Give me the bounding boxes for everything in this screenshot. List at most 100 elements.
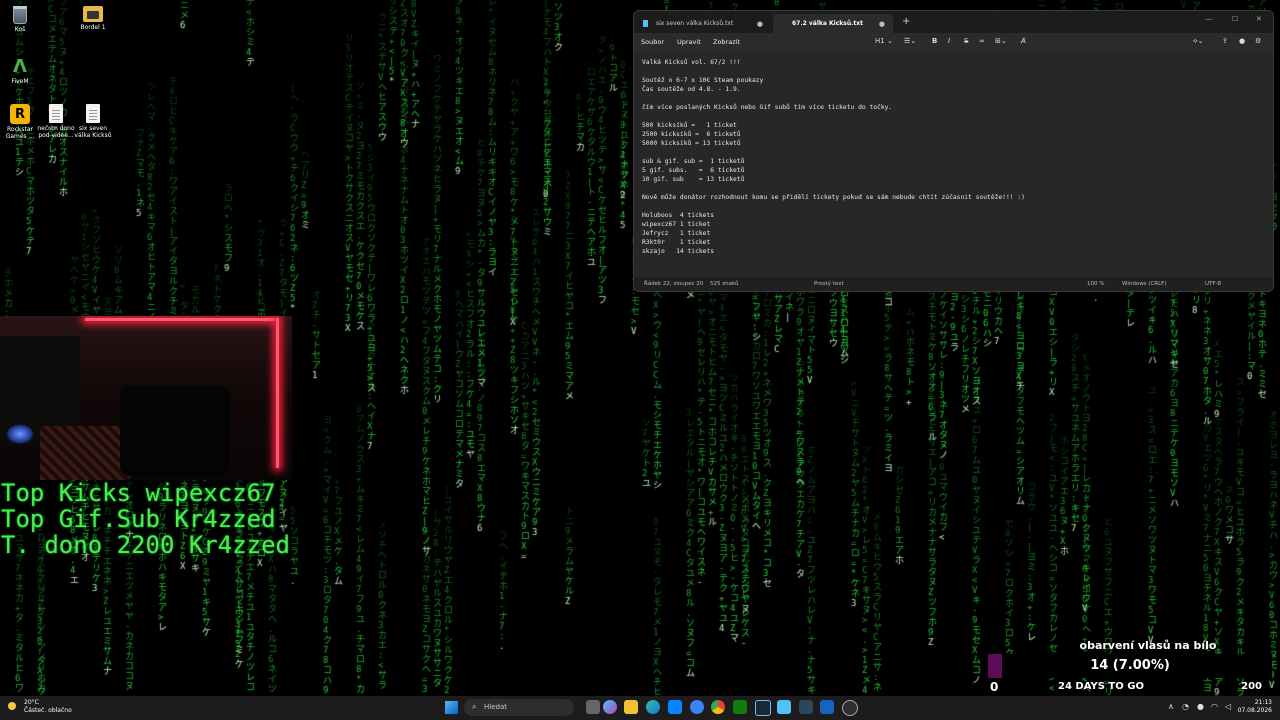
clock-date: 07.08.2026 bbox=[1237, 707, 1272, 714]
goal-days-left: 24 DAYS TO GO bbox=[1058, 681, 1144, 692]
new-tab-button[interactable]: + bbox=[902, 16, 910, 27]
line-ending[interactable]: Windows (CRLF) bbox=[1122, 281, 1166, 287]
editor-area[interactable]: Valká Kicksů vol. 67/2 !!! Soutěž o 6-7 x… bbox=[634, 51, 1273, 278]
settings-gear-icon[interactable]: ⚙ bbox=[1255, 37, 1261, 45]
menu-soubor[interactable]: Soubor bbox=[641, 38, 664, 46]
task-view-icon[interactable] bbox=[586, 700, 600, 714]
donation-goal-widget: obarvení vlasů na bílo 14 (7.00%) 0 24 D… bbox=[988, 636, 1272, 696]
text-format[interactable]: Prostý text bbox=[814, 281, 844, 287]
start-button[interactable] bbox=[445, 701, 458, 714]
editor-line: 5 gif. subs. = 6 ticketů bbox=[642, 167, 745, 174]
dirty-dot-icon[interactable]: ● bbox=[879, 20, 885, 28]
table-icon[interactable]: ⊞⌄ bbox=[995, 37, 1007, 45]
minimize-icon[interactable]: — bbox=[1205, 15, 1212, 23]
rockstar-icon: R bbox=[10, 104, 30, 124]
menu-upravit[interactable]: Upravit bbox=[677, 38, 701, 46]
taskbar-clock[interactable]: 21:13 07.08.2026 bbox=[1238, 699, 1272, 715]
editor-line: 2500 kicksíků = 6 ticketů bbox=[642, 131, 741, 138]
editor-line: Jefrycz 1 ticket bbox=[642, 230, 711, 237]
notepad-window: six seven válka Kicksů.txt ● 67.2 válka … bbox=[633, 10, 1274, 292]
dirty-dot-icon[interactable]: ● bbox=[757, 20, 763, 28]
zoom-level[interactable]: 100 % bbox=[1087, 281, 1104, 287]
editor-line: wipexcz67 1 ticket bbox=[642, 221, 711, 228]
desktop-icon-necum-dono[interactable]: nečum dono pod videe... bbox=[36, 104, 76, 139]
editor-line: čím více poslaných Kicksů nebo Gif subů … bbox=[642, 104, 893, 111]
discord-tray-icon[interactable]: ◔ bbox=[1182, 702, 1189, 711]
obs-icon[interactable] bbox=[842, 700, 858, 716]
menu-zobrazit[interactable]: Zobrazit bbox=[713, 38, 740, 46]
tray-chevron-icon[interactable]: ∧ bbox=[1168, 702, 1174, 711]
editor-line: Čas soutěže od 4.8. - 1.9. bbox=[642, 86, 741, 93]
list-icon[interactable]: ☰⌄ bbox=[904, 37, 916, 45]
close-icon[interactable]: ✕ bbox=[1256, 15, 1262, 23]
link-icon[interactable]: ∞ bbox=[979, 37, 985, 45]
desktop-icon-label: Koš bbox=[14, 26, 26, 33]
taskbar-search[interactable]: ⌕ Hledat bbox=[464, 699, 574, 716]
taskbar: 20°C Částeč. oblačno ⌕ Hledat ∧ ◔ ● ◠ ◁ … bbox=[0, 696, 1280, 720]
share-icon[interactable]: ⇪ bbox=[1222, 37, 1228, 45]
heading-select[interactable]: H1 ⌄ bbox=[875, 37, 893, 45]
desktop-icon-six-seven[interactable]: six seven válka Kicksů bbox=[73, 104, 113, 139]
desktop-icon-label: Bordel 1 bbox=[80, 24, 106, 31]
steam-icon[interactable] bbox=[755, 700, 771, 716]
desktop-icon-label: Rockstar Games ... bbox=[5, 126, 35, 140]
fivem-icon: Λ bbox=[13, 55, 27, 77]
editor-line: 500 kicksíků = 1 ticket bbox=[642, 122, 737, 129]
text-file-icon bbox=[86, 104, 100, 123]
overlay-top-gif-sub: Top Gif.Sub Kr4zzed bbox=[1, 505, 276, 533]
strikethrough-icon[interactable]: S bbox=[964, 37, 968, 45]
mic-icon[interactable]: ● bbox=[1197, 702, 1204, 711]
tab-label: 67.2 válka Kicksů.txt bbox=[792, 20, 864, 27]
xbox-icon[interactable] bbox=[733, 700, 747, 714]
store-icon[interactable] bbox=[668, 700, 682, 714]
status-bar: Řádek 22, sloupec 20 525 znaků Prostý te… bbox=[634, 277, 1273, 291]
desktop-icon-label: nečum dono pod videe... bbox=[37, 125, 75, 139]
chrome-icon[interactable] bbox=[711, 700, 725, 714]
volume-icon[interactable]: ◁ bbox=[1225, 702, 1231, 711]
maximize-icon[interactable]: ☐ bbox=[1232, 15, 1238, 23]
encoding[interactable]: UTF-8 bbox=[1205, 281, 1221, 287]
goal-progress-bar: 14 (7.00%) bbox=[988, 654, 1272, 678]
tab-label: six seven válka Kicksů.txt bbox=[656, 20, 734, 27]
tab-six-seven[interactable]: six seven válka Kicksů.txt ● bbox=[637, 14, 771, 33]
search-icon: ⌕ bbox=[472, 702, 477, 711]
desktop-icon-bordel[interactable]: Bordel 1 bbox=[73, 6, 113, 31]
goal-title: obarvení vlasů na bílo bbox=[1079, 639, 1217, 652]
vpn-icon[interactable] bbox=[820, 700, 834, 714]
weather-temp: 20°C bbox=[24, 699, 39, 706]
recycle-bin-icon bbox=[13, 6, 27, 24]
copilot-icon[interactable]: ⟡⌄ bbox=[1193, 37, 1204, 46]
weather-widget[interactable]: 20°C Částeč. oblačno bbox=[8, 699, 72, 715]
notepad-app-icon[interactable] bbox=[777, 700, 791, 714]
editor-line: 5000 kicksíků = 13 ticketů bbox=[642, 140, 741, 147]
editor-line: Soutěž o 6-7 x 10€ Steam poukazy bbox=[642, 77, 764, 84]
notepad-icon bbox=[643, 20, 648, 27]
clear-format-icon[interactable]: A̸ bbox=[1021, 37, 1026, 45]
wifi-icon[interactable]: ◠ bbox=[1211, 702, 1218, 711]
editor-line: Nově může donátor rozhodnout komu se při… bbox=[642, 194, 1025, 201]
editor-line: 10 gif. sub = 13 ticketů bbox=[642, 176, 745, 183]
desktop-icon-label: six seven válka Kicksů bbox=[74, 125, 112, 139]
heading-select-value: H1 bbox=[875, 37, 885, 45]
tab-bar: six seven válka Kicksů.txt ● 67.2 válka … bbox=[634, 11, 1273, 33]
file-explorer-icon[interactable] bbox=[624, 700, 638, 714]
bold-icon[interactable]: B bbox=[932, 37, 937, 45]
goal-max: 200 bbox=[1241, 681, 1262, 692]
steam-app-icon[interactable] bbox=[799, 700, 813, 714]
tab-67-2[interactable]: 67.2 válka Kicksů.txt ● bbox=[773, 14, 893, 33]
clock-time: 21:13 bbox=[1254, 699, 1272, 706]
editor-line: Holuboos 4 tickets bbox=[642, 212, 715, 219]
desktop-icon-fivem[interactable]: Λ FiveM bbox=[0, 56, 40, 85]
overlay-top-kicks: Top Kicks wipexcz67 bbox=[1, 479, 276, 507]
account-icon[interactable]: ● bbox=[1239, 37, 1245, 45]
editor-line: R3kt0r 1 ticket bbox=[642, 239, 711, 246]
edge-profile-icon[interactable] bbox=[690, 700, 704, 714]
editor-line: Valká Kicksů vol. 67/2 !!! bbox=[642, 59, 741, 66]
editor-line: skzajo 14 tickets bbox=[642, 248, 715, 255]
italic-icon[interactable]: I bbox=[948, 37, 950, 45]
copilot-app-icon[interactable] bbox=[603, 700, 617, 714]
folder-icon bbox=[83, 6, 103, 22]
edge-icon[interactable] bbox=[646, 700, 660, 714]
desktop-icon-rockstar[interactable]: R Rockstar Games ... bbox=[0, 104, 40, 140]
desktop-icon-recycle-bin[interactable]: Koš bbox=[0, 6, 40, 33]
